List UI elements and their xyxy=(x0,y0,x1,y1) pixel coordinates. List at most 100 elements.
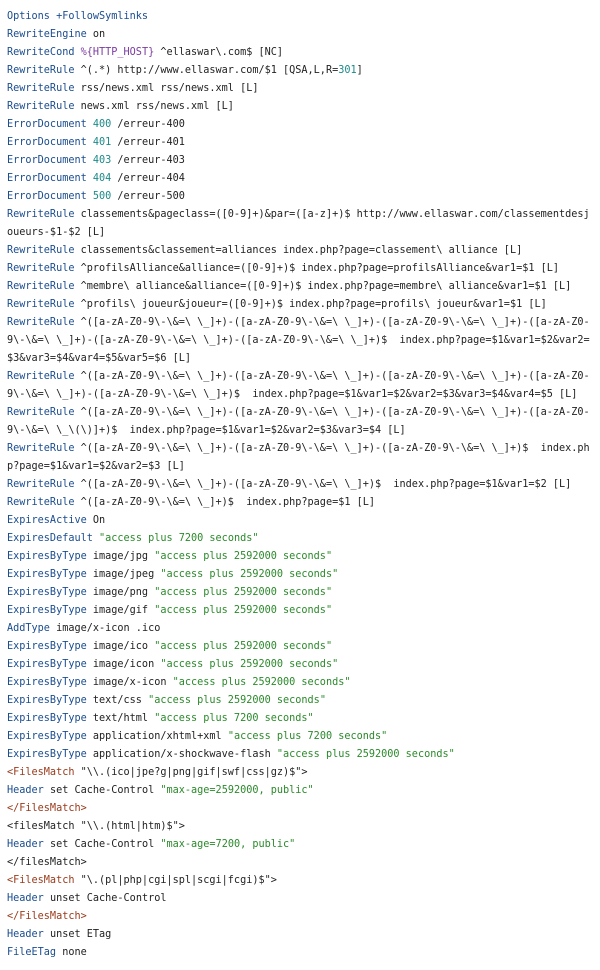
code-token-plain: set Cache-Control xyxy=(43,839,161,850)
code-token-plain: ^([a-zA-Z0-9\-\&=\ \_]+)-([a-zA-Z0-9\-\&… xyxy=(7,443,590,472)
code-token-directive: RewriteRule xyxy=(7,479,75,490)
code-line: ExpiresByType application/x-shockwave-fl… xyxy=(7,746,595,764)
code-token-plain: ^ellaswar\.com$ [NC] xyxy=(154,47,284,58)
code-token-directive: ErrorDocument xyxy=(7,155,87,166)
code-token-directive: RewriteRule xyxy=(7,209,75,220)
code-token-plain: ^([a-zA-Z0-9\-\&=\ \_]+)-([a-zA-Z0-9\-\&… xyxy=(7,317,590,364)
code-token-directive: ErrorDocument xyxy=(7,173,87,184)
code-token-plain: "\.(pl|php|cgi|spl|scgi|fcgi)$"> xyxy=(74,875,277,886)
code-token-plain: unset ETag xyxy=(43,929,112,940)
code-token-directive: RewriteRule xyxy=(7,245,75,256)
code-token-plain: ^(.*) http://www.ellaswar.com/$1 [QSA,L,… xyxy=(74,65,339,76)
code-token-directive: RewriteRule xyxy=(7,65,75,76)
code-token-directive: RewriteRule xyxy=(7,317,75,328)
code-token-string: "max-age=7200, public" xyxy=(160,839,296,850)
code-token-plain: image/icon xyxy=(86,659,161,670)
code-token-directive: Header xyxy=(7,929,44,940)
code-token-plain: rss/news.xml rss/news.xml [L] xyxy=(74,83,259,94)
code-line: RewriteRule ^([a-zA-Z0-9\-\&=\ \_]+)$ in… xyxy=(7,494,595,512)
code-line: ExpiresByType text/html "access plus 720… xyxy=(7,710,595,728)
code-token-directive: Header xyxy=(7,785,44,796)
code-token-number: 500 xyxy=(92,191,112,202)
code-token-directive: Header xyxy=(7,839,44,850)
code-line: RewriteRule classements&pageclass=([0-9]… xyxy=(7,206,595,242)
code-token-variable: %{HTTP_HOST} xyxy=(80,47,155,58)
code-token-plain: image/x-icon .ico xyxy=(49,623,161,634)
code-token-plain: ^membre\ alliance&alliance=([0-9]+)$ ind… xyxy=(74,281,572,292)
code-line: ErrorDocument 403 /erreur-403 xyxy=(7,152,595,170)
code-token-string: "access plus 2592000 seconds" xyxy=(148,695,326,706)
code-token-plain: news.xml rss/news.xml [L] xyxy=(74,101,234,112)
code-token-directive: ErrorDocument xyxy=(7,137,87,148)
code-token-directive: ExpiresByType xyxy=(7,641,87,652)
code-line: Header unset Cache-Control xyxy=(7,890,595,908)
code-token-directive: ExpiresByType xyxy=(7,695,87,706)
code-line: RewriteRule ^profilsAlliance&alliance=([… xyxy=(7,260,595,278)
code-line: RewriteRule ^([a-zA-Z0-9\-\&=\ \_]+)-([a… xyxy=(7,314,595,368)
code-token-directive: RewriteRule xyxy=(7,83,75,94)
code-token-number: 301 xyxy=(338,65,357,76)
code-line: RewriteCond %{HTTP_HOST} ^ellaswar\.com$… xyxy=(7,44,595,62)
code-token-tag: <FilesMatch xyxy=(7,767,75,778)
code-token-directive: RewriteRule xyxy=(7,371,75,382)
code-token-directive: Header xyxy=(7,893,44,904)
code-line: ExpiresByType image/gif "access plus 259… xyxy=(7,602,595,620)
code-line: </filesMatch> xyxy=(7,854,595,872)
code-line: <FilesMatch "\\.(ico|jpe?g|png|gif|swf|c… xyxy=(7,764,595,782)
code-token-directive: ExpiresByType xyxy=(7,749,87,760)
code-token-plain: application/x-shockwave-flash xyxy=(86,749,277,760)
code-line: RewriteRule ^membre\ alliance&alliance=(… xyxy=(7,278,595,296)
code-token-plain: image/x-icon xyxy=(86,677,173,688)
code-token-string: "access plus 2592000 seconds" xyxy=(160,569,339,580)
code-line: ExpiresByType image/icon "access plus 25… xyxy=(7,656,595,674)
code-token-directive: ExpiresActive xyxy=(7,515,87,526)
code-token-string: "access plus 7200 seconds" xyxy=(154,713,314,724)
code-line: </FilesMatch> xyxy=(7,908,595,926)
code-token-plain: image/jpeg xyxy=(86,569,161,580)
code-token-plain: ^profilsAlliance&alliance=([0-9]+)$ inde… xyxy=(74,263,560,274)
code-token-directive: ExpiresByType xyxy=(7,605,87,616)
code-token-plain: image/gif xyxy=(86,605,155,616)
code-token-directive: ErrorDocument xyxy=(7,191,87,202)
code-token-plain: ^([a-zA-Z0-9\-\&=\ \_]+)-([a-zA-Z0-9\-\&… xyxy=(7,407,590,436)
code-token-directive: ExpiresByType xyxy=(7,587,87,598)
code-token-directive: ExpiresByType xyxy=(7,731,87,742)
code-token-plain: /erreur-403 xyxy=(111,155,185,166)
code-line: ErrorDocument 500 /erreur-500 xyxy=(7,188,595,206)
code-token-directive: AddType xyxy=(7,623,50,634)
code-token-plain: /erreur-400 xyxy=(111,119,185,130)
code-token-directive: RewriteRule xyxy=(7,443,75,454)
code-token-directive: ExpiresByType xyxy=(7,713,87,724)
code-token-directive: ExpiresByType xyxy=(7,659,87,670)
code-line: Options +FollowSymlinks xyxy=(7,8,595,26)
code-line: RewriteRule ^profils\ joueur&joueur=([0-… xyxy=(7,296,595,314)
code-line: <FilesMatch "\.(pl|php|cgi|spl|scgi|fcgi… xyxy=(7,872,595,890)
code-line: ExpiresByType image/ico "access plus 259… xyxy=(7,638,595,656)
code-token-string: "access plus 2592000 seconds" xyxy=(154,641,333,652)
code-token-plain: image/jpg xyxy=(86,551,155,562)
code-token-directive: RewriteRule xyxy=(7,101,75,112)
code-token-directive: RewriteCond xyxy=(7,47,75,58)
code-token-plain: On xyxy=(86,515,106,526)
code-token-plain: classements&classement=alliances index.p… xyxy=(74,245,523,256)
code-token-string: "access plus 2592000 seconds" xyxy=(172,677,351,688)
code-token-directive: ExpiresByType xyxy=(7,551,87,562)
code-token-number: 403 xyxy=(92,155,112,166)
code-line: AddType image/x-icon .ico xyxy=(7,620,595,638)
code-token-plain: </filesMatch> xyxy=(7,857,87,868)
code-line: FileETag none xyxy=(7,944,595,962)
code-token-string: "access plus 7200 seconds" xyxy=(227,731,388,742)
code-line: RewriteRule ^([a-zA-Z0-9\-\&=\ \_]+)-([a… xyxy=(7,404,595,440)
code-line: ExpiresByType image/jpg "access plus 259… xyxy=(7,548,595,566)
code-token-string: "access plus 2592000 seconds" xyxy=(154,605,333,616)
code-line: Header unset ETag xyxy=(7,926,595,944)
code-token-plain: image/ico xyxy=(86,641,155,652)
code-token-tag: </FilesMatch> xyxy=(7,911,87,922)
code-token-directive: ExpiresByType xyxy=(7,677,87,688)
code-token-tag: </FilesMatch> xyxy=(7,803,87,814)
code-token-directive: RewriteEngine xyxy=(7,29,87,40)
code-token-plain: application/xhtml+xml xyxy=(86,731,228,742)
code-token-directive: RewriteRule xyxy=(7,407,75,418)
code-token-plain: ^([a-zA-Z0-9\-\&=\ \_]+)-([a-zA-Z0-9\-\&… xyxy=(74,479,572,490)
code-line: Header set Cache-Control "max-age=259200… xyxy=(7,782,595,800)
